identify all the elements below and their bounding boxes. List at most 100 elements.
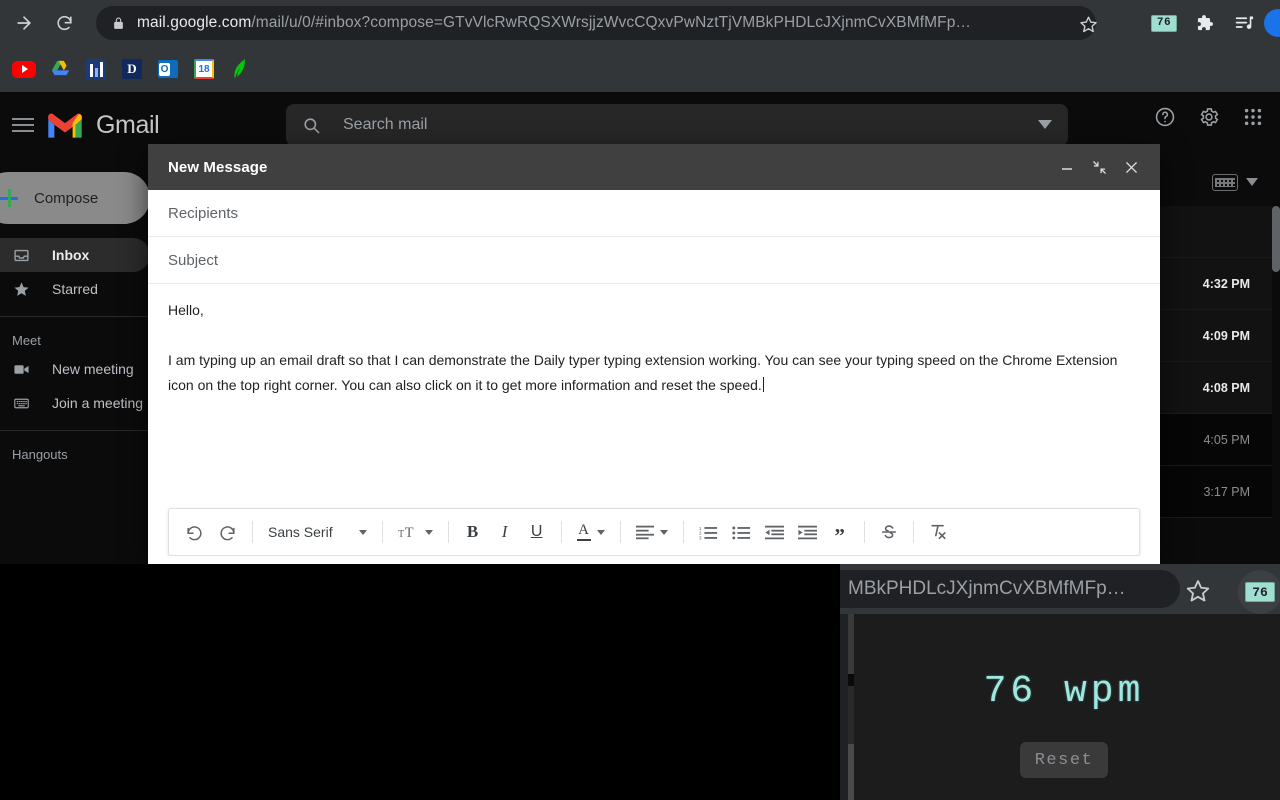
formatting-toolbar: Sans Serif TT B I U A 1 2 3 ”	[168, 508, 1140, 556]
profile-avatar[interactable]	[1264, 9, 1280, 37]
search-bar[interactable]: Search mail	[286, 104, 1068, 146]
text-color-letter: A	[578, 522, 590, 538]
bold-button[interactable]: B	[458, 516, 488, 548]
indent-more-button[interactable]	[792, 516, 823, 548]
sidebar-item-label: New meeting	[52, 361, 134, 377]
sidebar-item-join-meeting[interactable]: Join a meeting	[0, 386, 150, 420]
calendar-day-number: 18	[198, 63, 210, 75]
text-color-button[interactable]: A	[571, 516, 611, 548]
address-bar[interactable]: mail.google.com/mail/u/0/#inbox?compose=…	[96, 6, 1096, 40]
chevron-down-icon	[358, 529, 367, 535]
keyboard-icon[interactable]	[1212, 173, 1238, 191]
italic-button[interactable]: I	[490, 516, 520, 548]
sidebar-item-label: Join a meeting	[52, 395, 144, 411]
settings-gear-icon[interactable]	[1196, 104, 1222, 130]
bookmark-google-drive[interactable]	[46, 55, 74, 83]
daily-typer-extension-icon[interactable]: 76	[1147, 6, 1181, 40]
exit-full-screen-button[interactable]	[1084, 152, 1114, 182]
daily-typer-extension-icon[interactable]: 76	[1238, 570, 1280, 614]
body-greeting: Hello,	[168, 302, 204, 318]
bookmark-google-calendar[interactable]: 18	[190, 55, 218, 83]
mail-timestamp: 3:17 PM	[1203, 484, 1250, 499]
star-icon[interactable]	[1185, 578, 1211, 609]
sidebar-item-new-meeting[interactable]: New meeting	[0, 352, 150, 386]
keyboard-icon	[12, 394, 30, 412]
toolbar-divider	[381, 521, 383, 543]
gmail-logo-icon	[48, 113, 82, 138]
close-button[interactable]	[1116, 152, 1146, 182]
search-placeholder: Search mail	[343, 116, 428, 133]
align-button[interactable]	[630, 516, 674, 548]
font-size-button[interactable]: TT	[392, 516, 439, 548]
sidebar-item-inbox[interactable]: Inbox	[0, 238, 150, 272]
text-caret	[762, 377, 764, 392]
main-menu-icon[interactable]	[12, 118, 34, 132]
sidebar-divider-2	[0, 430, 150, 431]
toolbar-divider	[447, 521, 449, 543]
bulleted-list-button[interactable]	[726, 516, 757, 548]
toolbar-divider	[560, 521, 562, 543]
sidebar-divider	[0, 316, 150, 317]
compose-title: New Message	[168, 158, 268, 176]
reload-button[interactable]	[48, 7, 80, 39]
url-host: mail.google.com	[137, 14, 252, 31]
toolbar-divider	[863, 521, 865, 543]
search-icon	[302, 116, 321, 135]
redo-button[interactable]	[212, 516, 243, 548]
chevron-down-icon	[424, 529, 433, 535]
recipients-placeholder: Recipients	[168, 204, 239, 222]
star-icon	[12, 280, 30, 298]
recipients-field[interactable]: Recipients	[148, 190, 1160, 237]
magnified-address-bar[interactable]: MBkPHDLcJXjnmCvXBMfMFp…	[840, 570, 1180, 608]
bookmarks-bar: D O 18	[0, 46, 1280, 92]
extension-popup-magnified: MBkPHDLcJXjnmCvXBMfMFp… 76 76 wpm Reset	[840, 564, 1280, 800]
mail-timestamp: 4:32 PM	[1202, 276, 1250, 291]
lock-icon	[112, 16, 125, 31]
sidebar-item-starred[interactable]: Starred	[0, 272, 150, 306]
forward-button[interactable]	[8, 7, 40, 39]
subject-field[interactable]: Subject	[148, 237, 1160, 284]
bookmark-outlook[interactable]: O	[154, 55, 182, 83]
svg-text:T: T	[404, 525, 413, 541]
sidebar-section-hangouts: Hangouts	[12, 447, 68, 462]
compose-button[interactable]: Compose	[0, 172, 150, 224]
undo-button[interactable]	[179, 516, 210, 548]
numbered-list-button[interactable]: 123	[693, 516, 724, 548]
screen: mail.google.com/mail/u/0/#inbox?compose=…	[0, 0, 1280, 800]
blue-chart-icon	[86, 59, 106, 79]
minimize-button[interactable]	[1052, 152, 1082, 182]
indent-less-button[interactable]	[759, 516, 790, 548]
search-options-icon[interactable]	[1038, 116, 1052, 134]
block-quote-button[interactable]: ”	[825, 516, 855, 548]
extensions-puzzle-icon[interactable]	[1187, 6, 1221, 40]
chevron-down-icon	[596, 529, 605, 535]
robinhood-feather-icon	[234, 59, 245, 79]
compose-bottom-edge	[148, 556, 1160, 564]
chevron-down-icon[interactable]	[1246, 173, 1258, 191]
google-apps-icon[interactable]	[1240, 104, 1266, 130]
strikethrough-button[interactable]	[874, 516, 904, 548]
gmail-header-actions	[1152, 104, 1266, 130]
browser-toolbar: mail.google.com/mail/u/0/#inbox?compose=…	[0, 0, 1280, 46]
google-calendar-icon: 18	[194, 59, 214, 79]
help-icon[interactable]	[1152, 104, 1178, 130]
toolbar-divider	[252, 521, 253, 543]
underline-button[interactable]: U	[522, 516, 552, 548]
video-camera-icon	[12, 360, 30, 378]
body-paragraph: I am typing up an email draft so that I …	[168, 348, 1140, 398]
daily-typer-popup: 76 wpm Reset	[848, 614, 1280, 800]
dictionary-icon: D	[122, 59, 142, 79]
remove-formatting-button[interactable]	[923, 516, 954, 548]
font-family-select[interactable]: Sans Serif	[262, 516, 373, 548]
reset-button[interactable]: Reset	[1020, 742, 1108, 778]
toolbar-divider	[682, 521, 684, 543]
wpm-badge: 76	[1151, 14, 1177, 32]
media-playlist-icon[interactable]	[1227, 6, 1261, 40]
bookmark-dictionary[interactable]: D	[118, 55, 146, 83]
bookmark-blue-chart[interactable]	[82, 55, 110, 83]
bookmark-star-icon[interactable]	[1075, 11, 1101, 37]
bookmark-robinhood[interactable]	[226, 55, 254, 83]
bookmark-youtube[interactable]	[10, 55, 38, 83]
compose-header[interactable]: New Message	[148, 144, 1160, 190]
url-text: mail.google.com/mail/u/0/#inbox?compose=…	[137, 14, 1082, 32]
